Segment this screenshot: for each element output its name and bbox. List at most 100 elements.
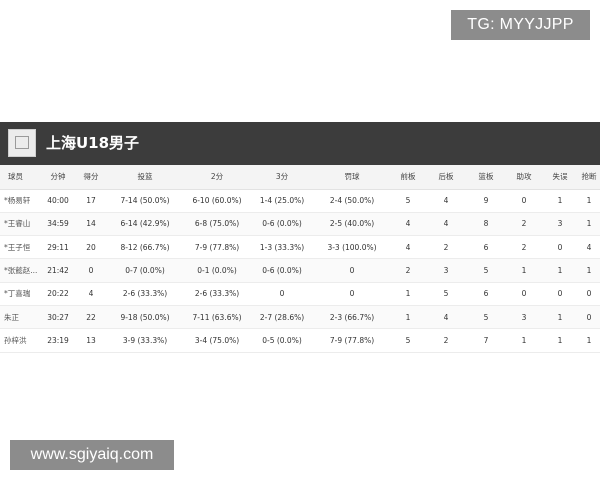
column-header-points: 得分 xyxy=(76,165,106,190)
cell-points: 17 xyxy=(86,196,96,206)
cell-ast: 1 xyxy=(521,266,527,276)
cell-points: 0 xyxy=(88,266,94,276)
cell-three-pt: 0 xyxy=(279,289,285,299)
cell-two-pt: 7-11 (63.6%) xyxy=(192,312,242,322)
cell-ast: 3 xyxy=(521,312,527,322)
cell-dreb: 4 xyxy=(443,219,449,229)
cell-tov: 0 xyxy=(557,289,563,299)
team-logo-icon xyxy=(8,129,36,157)
cell-tov: 0 xyxy=(557,242,563,252)
column-header-minutes: 分钟 xyxy=(40,165,76,190)
watermark-bottom: www.sgiyaiq.com xyxy=(10,440,174,470)
cell-ast: 0 xyxy=(521,289,527,299)
cell-stl: 1 xyxy=(586,266,592,276)
cell-reb: 5 xyxy=(483,266,489,276)
cell-ft: 0 xyxy=(349,266,355,276)
cell-ft: 0 xyxy=(349,289,355,299)
cell-player: *丁喜瑞 xyxy=(4,289,31,299)
cell-three-pt: 0-6 (0.0%) xyxy=(262,266,302,276)
cell-reb: 8 xyxy=(483,219,489,229)
table-row: *王睿山 34:59 14 6-14 (42.9%) 6-8 (75.0%) 0-6 (0… xyxy=(0,212,600,236)
cell-tov: 1 xyxy=(557,196,563,206)
cell-dreb: 4 xyxy=(443,196,449,206)
cell-reb: 5 xyxy=(483,312,489,322)
table-row: *张懿赵... 21:42 0 0-7 (0.0%) 0-1 (0.0%) 0-6 (0.… xyxy=(0,258,600,283)
cell-ft: 2-3 (66.7%) xyxy=(329,312,375,322)
column-header-stl: 抢断 xyxy=(578,165,600,190)
cell-two-pt: 2-6 (33.3%) xyxy=(194,289,240,299)
column-header-ft: 罚球 xyxy=(314,165,390,190)
team-header: 上海U18男子 xyxy=(0,122,600,165)
cell-fg: 8-12 (66.7%) xyxy=(120,242,170,252)
cell-three-pt: 0-5 (0.0%) xyxy=(262,335,302,345)
cell-two-pt: 6-8 (75.0%) xyxy=(194,219,240,229)
box-score-table: 球员 分钟 得分 投篮 2分 3分 罚球 前板 后板 篮板 助攻 失误 抢断 *杨易轩 40:00 17 7-… xyxy=(0,165,600,353)
cell-tov: 1 xyxy=(557,312,563,322)
column-header-reb: 篮板 xyxy=(466,165,506,190)
cell-reb: 9 xyxy=(483,196,489,206)
cell-minutes: 30:27 xyxy=(47,312,69,322)
cell-fg: 2-6 (33.3%) xyxy=(122,289,168,299)
cell-player: 朱正 xyxy=(4,312,19,322)
cell-dreb: 4 xyxy=(443,312,449,322)
cell-ft: 3-3 (100.0%) xyxy=(327,242,377,252)
cell-two-pt: 3-4 (75.0%) xyxy=(194,335,240,345)
cell-points: 13 xyxy=(86,335,96,345)
image-placeholder-icon xyxy=(15,136,29,149)
cell-player: *杨易轩 xyxy=(4,196,31,206)
cell-minutes: 29:11 xyxy=(47,242,69,252)
cell-tov: 3 xyxy=(557,219,563,229)
cell-tov: 1 xyxy=(557,266,563,276)
cell-oreb: 4 xyxy=(405,242,411,252)
column-header-ast: 助攻 xyxy=(506,165,542,190)
cell-stl: 1 xyxy=(586,335,592,345)
cell-dreb: 2 xyxy=(443,242,449,252)
cell-three-pt: 1-3 (33.3%) xyxy=(259,242,305,252)
cell-dreb: 2 xyxy=(443,335,449,345)
cell-fg: 3-9 (33.3%) xyxy=(122,335,168,345)
cell-player: *张懿赵... xyxy=(4,266,38,276)
cell-two-pt: 0-1 (0.0%) xyxy=(197,266,237,276)
cell-fg: 9-18 (50.0%) xyxy=(120,312,170,322)
cell-two-pt: 7-9 (77.8%) xyxy=(194,242,240,252)
cell-minutes: 23:19 xyxy=(47,335,69,345)
cell-ast: 2 xyxy=(521,242,527,252)
cell-player: *王子恒 xyxy=(4,242,31,252)
cell-minutes: 21:42 xyxy=(47,266,69,276)
table-row: 孙梓洪 23:19 13 3-9 (33.3%) 3-4 (75.0%) 0-5 (0.0… xyxy=(0,329,600,353)
cell-oreb: 5 xyxy=(405,196,411,206)
cell-points: 14 xyxy=(86,219,96,229)
stats-card: 上海U18男子 球员 分钟 得分 投篮 2分 3分 罚球 前板 后板 篮板 助攻 失误 抢断 *杨易轩 4… xyxy=(0,122,600,362)
cell-fg: 0-7 (0.0%) xyxy=(125,266,165,276)
cell-oreb: 4 xyxy=(405,219,411,229)
cell-ast: 0 xyxy=(521,196,527,206)
cell-ast: 2 xyxy=(521,219,527,229)
cell-reb: 7 xyxy=(483,335,489,345)
cell-points: 20 xyxy=(86,242,96,252)
table-row: *杨易轩 40:00 17 7-14 (50.0%) 6-10 (60.0%) 1-4 (… xyxy=(0,189,600,213)
column-header-fg: 投篮 xyxy=(106,165,184,190)
cell-two-pt: 6-10 (60.0%) xyxy=(192,196,242,206)
cell-stl: 0 xyxy=(586,312,592,322)
cell-stl: 0 xyxy=(586,289,592,299)
cell-ft: 2-5 (40.0%) xyxy=(329,219,375,229)
cell-minutes: 40:00 xyxy=(47,196,69,206)
table-body: *杨易轩 40:00 17 7-14 (50.0%) 6-10 (60.0%) 1-4 (… xyxy=(0,189,600,353)
cell-points: 4 xyxy=(88,289,94,299)
cell-player: 孙梓洪 xyxy=(4,335,27,345)
cell-reb: 6 xyxy=(483,289,489,299)
cell-points: 22 xyxy=(86,312,96,322)
cell-three-pt: 0-6 (0.0%) xyxy=(262,219,302,229)
table-row: *丁喜瑞 20:22 4 2-6 (33.3%) 2-6 (33.3%) 0 0 1 5 6 0 0 0 xyxy=(0,282,600,306)
cell-three-pt: 2-7 (28.6%) xyxy=(259,312,305,322)
cell-oreb: 1 xyxy=(405,289,411,299)
cell-dreb: 5 xyxy=(443,289,449,299)
team-title: 上海U18男子 xyxy=(46,134,140,152)
cell-stl: 1 xyxy=(586,196,592,206)
cell-dreb: 3 xyxy=(443,266,449,276)
cell-fg: 7-14 (50.0%) xyxy=(120,196,170,206)
cell-oreb: 2 xyxy=(405,266,411,276)
cell-player: *王睿山 xyxy=(4,219,31,229)
cell-ft: 7-9 (77.8%) xyxy=(329,335,375,345)
column-header-player: 球员 xyxy=(0,165,40,190)
